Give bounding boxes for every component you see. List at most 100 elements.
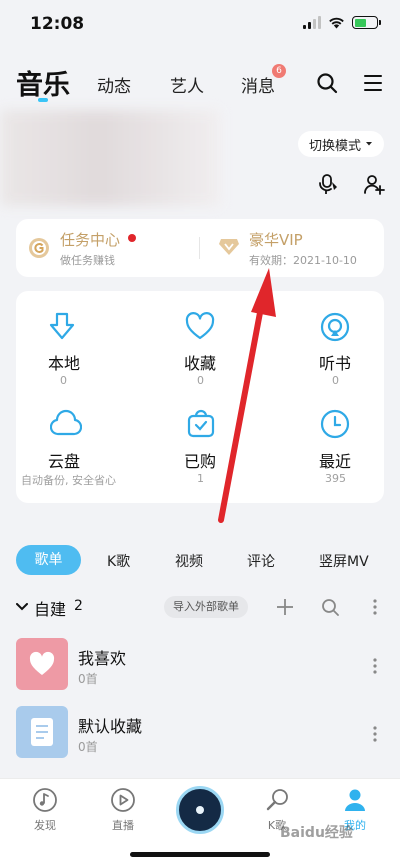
tab-artists[interactable]: 艺人 [170,72,204,97]
playlist-count: 0首 [78,740,98,754]
caret-down-icon [366,142,372,146]
nav-label: 直播 [112,819,134,832]
playlist-cover [16,706,68,758]
tab-indicator [38,98,48,102]
self-built-title: 自建 [34,600,67,619]
more-icon[interactable] [372,658,378,674]
grid-count-favorites: 0 [197,374,204,387]
nav-mine[interactable]: 我的 [325,787,385,832]
menu-icon [364,75,382,91]
grid-label-cloud: 云盘 [48,452,81,471]
grid-count-local: 0 [60,374,67,387]
menu-button[interactable] [360,70,386,96]
grid-label-purchased: 已购 [184,452,217,471]
battery-icon [352,16,381,29]
search-button[interactable] [314,70,340,96]
tab-videos[interactable]: 视频 [175,551,203,571]
self-built-count: 2 [74,598,83,614]
playlist-count: 0首 [78,672,98,686]
heart-icon [29,651,55,675]
playlist-name: 默认收藏 [78,717,143,736]
tab-comments[interactable]: 评论 [247,551,275,571]
home-indicator [130,852,270,857]
search-icon[interactable] [321,598,339,616]
search-icon [317,73,338,94]
wifi-icon [329,17,344,29]
more-icon[interactable] [372,599,378,615]
microphone-icon [266,789,288,811]
chevron-down-icon[interactable] [16,603,28,611]
top-tabs: 音乐 动态 艺人 消息 6 [0,60,400,104]
switch-mode-label: 切换模式 [308,138,361,154]
self-built-header: 自建 2 导入外部歌单 [0,596,400,620]
status-bar: 12:08 [0,0,400,50]
nav-live[interactable]: 直播 [93,787,153,832]
voice-button[interactable] [316,172,340,196]
import-playlist-button[interactable]: 导入外部歌单 [164,596,248,618]
vip-title: 豪华VIP [249,231,303,249]
clock-icon [320,409,350,439]
library-grid: 本地 0 收藏 0 听书 0 云盘 自动备份, 安全省心 已购 1 最近 395 [16,291,384,503]
playlist-item[interactable]: 默认收藏 0首 [0,706,400,760]
audiobook-icon [320,312,350,342]
nav-karaoke[interactable]: K歌 [247,787,307,832]
status-icons [303,16,381,29]
purchased-bag-icon [187,409,215,438]
add-user-icon [364,175,385,195]
grid-count-recent: 395 [325,472,346,485]
task-center[interactable]: 任务中心 做任务赚钱 [16,219,196,277]
grid-item-cloud[interactable]: 云盘 自动备份, 安全省心 [21,408,140,488]
cloud-icon [50,409,82,436]
plus-icon[interactable] [276,598,294,616]
grid-label-audiobooks: 听书 [319,354,352,373]
playlist-cover [16,638,68,690]
task-vip-card: 任务中心 做任务赚钱 豪华VIP 有效期：2021-10-10 [16,219,384,277]
heart-icon [185,312,215,340]
task-center-title: 任务中心 [60,231,121,249]
user-icon [345,789,365,811]
tab-messages[interactable]: 消息 [241,72,275,97]
grid-item-audiobooks[interactable]: 听书 0 [319,311,400,391]
playlist-item[interactable]: 我喜欢 0首 [0,638,400,692]
grid-item-recent[interactable]: 最近 395 [319,408,400,488]
play-circle-icon [111,788,135,812]
coin-icon [29,238,49,258]
grid-label-local: 本地 [48,354,81,373]
nav-label: 发现 [34,819,56,832]
profile-blurred[interactable] [0,110,220,206]
notification-dot [128,234,136,242]
vip-diamond-icon [219,239,239,255]
divider [199,237,200,259]
document-icon [31,718,53,746]
grid-count-audiobooks: 0 [332,374,339,387]
vip-expiry: 有效期：2021-10-10 [249,254,357,267]
tab-feed[interactable]: 动态 [97,72,131,97]
task-center-subtitle: 做任务赚钱 [60,254,115,267]
grid-label-recent: 最近 [319,452,352,471]
playlist-name: 我喜欢 [78,649,127,668]
watermark: Baidu经验 [280,825,353,841]
cellular-signal-icon [303,16,321,29]
vip-entry[interactable]: 豪华VIP 有效期：2021-10-10 [206,219,384,277]
status-time: 12:08 [30,14,85,34]
content-tabs: 歌单 K歌 视频 评论 竖屏MV [16,545,400,575]
grid-count-purchased: 1 [197,472,204,485]
grid-item-favorites[interactable]: 收藏 0 [184,311,274,391]
switch-mode-button[interactable]: 切换模式 [298,131,384,157]
grid-item-purchased[interactable]: 已购 1 [184,408,275,488]
tab-karaoke[interactable]: K歌 [107,551,130,571]
tab-playlists[interactable]: 歌单 [16,545,81,575]
add-friend-button[interactable] [362,172,386,196]
nav-discover[interactable]: 发现 [15,787,75,832]
more-icon[interactable] [372,726,378,742]
microphone-icon [319,174,337,194]
download-icon [49,312,75,340]
music-note-icon [33,788,57,812]
now-playing-disc[interactable] [176,786,224,834]
tab-music[interactable]: 音乐 [16,63,70,102]
grid-count-cloud: 自动备份, 安全省心 [21,474,116,487]
grid-label-favorites: 收藏 [184,354,217,373]
messages-badge: 6 [272,64,286,78]
tab-vertical-mv[interactable]: 竖屏MV [319,551,369,571]
grid-item-local[interactable]: 本地 0 [46,311,136,391]
